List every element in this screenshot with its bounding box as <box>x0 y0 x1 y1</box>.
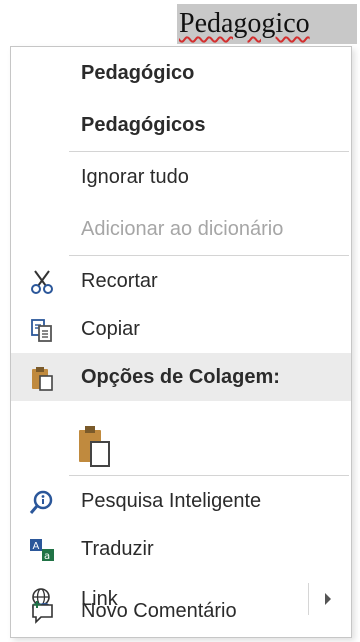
suggestion-pedagogico[interactable]: Pedagógico <box>11 49 351 97</box>
translate-label: Traduzir <box>81 537 154 560</box>
spelling-context-menu: Pedagógico Pedagógicos Ignorar tudo Adic… <box>10 46 352 638</box>
translate-item[interactable]: A a Traduzir <box>11 525 351 573</box>
scissors-icon <box>29 269 55 295</box>
paste-options-header: Opções de Colagem: <box>11 353 351 401</box>
menu-separator <box>69 151 349 152</box>
smart-lookup-label: Pesquisa Inteligente <box>81 489 262 512</box>
ignore-all-label: Ignorar tudo <box>81 165 189 188</box>
svg-text:a: a <box>44 551 50 562</box>
cut-label: Recortar <box>81 269 158 292</box>
smart-lookup-item[interactable]: Pesquisa Inteligente <box>11 477 351 525</box>
new-comment-label: Novo Comentário <box>81 599 237 622</box>
paste-clipboard-icon <box>79 426 110 467</box>
translate-icon: A a <box>29 537 55 563</box>
menu-separator <box>69 475 349 476</box>
suggestion-pedagogicos[interactable]: Pedagógicos <box>11 101 351 149</box>
copy-label: Copiar <box>81 317 140 340</box>
cut-item[interactable]: Recortar <box>11 257 351 305</box>
paste-options-label: Opções de Colagem: <box>81 365 280 388</box>
paste-keep-source-button[interactable] <box>77 424 113 468</box>
smart-lookup-icon <box>29 489 55 515</box>
suggestion-label: Pedagógico <box>81 61 195 84</box>
menu-separator <box>69 255 349 256</box>
svg-text:A: A <box>33 541 40 552</box>
add-to-dictionary-item: Adicionar ao dicionário <box>11 205 351 253</box>
ignore-all-item[interactable]: Ignorar tudo <box>11 153 351 201</box>
suggestion-label: Pedagógicos <box>81 113 206 136</box>
copy-item[interactable]: Copiar <box>11 305 351 353</box>
new-comment-icon <box>29 599 55 625</box>
clipboard-icon <box>29 365 55 391</box>
copy-icon <box>29 317 55 343</box>
misspelled-word[interactable]: Pedagogico <box>177 4 357 44</box>
add-to-dictionary-label: Adicionar ao dicionário <box>81 217 284 240</box>
new-comment-item[interactable]: Novo Comentário <box>11 587 351 635</box>
